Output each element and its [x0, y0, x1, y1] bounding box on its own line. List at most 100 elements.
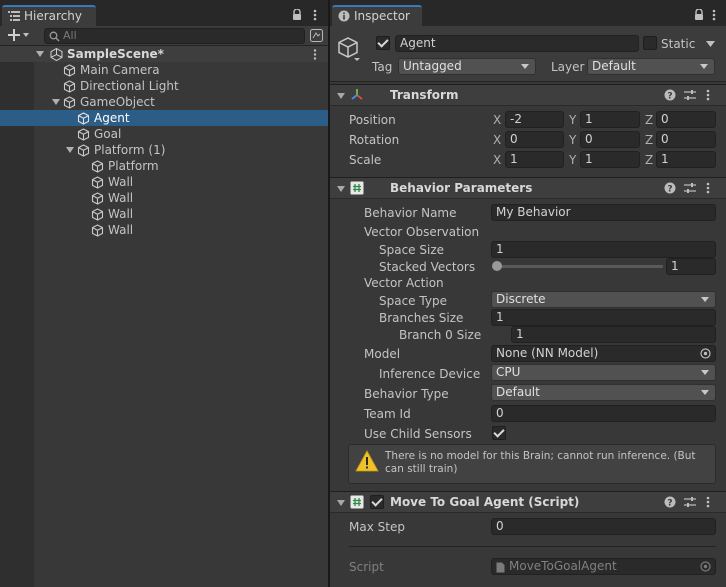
tree-item-label: Wall — [108, 207, 134, 221]
rotation-x-field[interactable]: 0 — [505, 131, 564, 148]
stacked-vectors-slider-track[interactable] — [497, 265, 663, 268]
tree-item-agent[interactable]: Agent — [0, 110, 328, 126]
tree-item-wall[interactable]: Wall — [0, 190, 328, 206]
layer-dropdown[interactable]: Default — [587, 58, 715, 75]
kebab-menu-icon[interactable] — [706, 182, 710, 194]
expand-arrow-icon[interactable] — [36, 51, 44, 57]
help-icon[interactable]: ? — [664, 182, 676, 194]
script-hash-icon — [350, 181, 364, 195]
position-label: Position — [349, 113, 396, 127]
tag-dropdown[interactable]: Untagged — [398, 58, 536, 75]
space-size-field[interactable]: 1 — [491, 241, 716, 258]
svg-text:?: ? — [667, 185, 672, 195]
inspector-tab-label: Inspector — [354, 9, 410, 23]
info-icon — [338, 10, 350, 22]
cube-icon — [91, 176, 104, 189]
branches-size-field[interactable]: 1 — [491, 309, 716, 326]
sliders-icon[interactable] — [684, 496, 696, 508]
transform-header[interactable]: Transform ? — [330, 84, 726, 106]
chevron-down-icon[interactable] — [706, 41, 715, 47]
layer-label: Layer — [551, 60, 585, 74]
position-x-field[interactable]: -2 — [505, 111, 564, 128]
search-icon — [49, 31, 60, 42]
cube-icon[interactable] — [337, 36, 363, 62]
script-label: Script — [349, 560, 384, 574]
tag-label: Tag — [372, 60, 393, 74]
model-object-field[interactable]: None (NN Model) — [491, 345, 716, 362]
fold-arrow-icon[interactable] — [337, 186, 345, 192]
cube-icon — [91, 224, 104, 237]
cube-icon — [77, 128, 90, 141]
cube-icon — [63, 64, 76, 77]
position-y-field[interactable]: 1 — [580, 111, 640, 128]
branch0-size-field[interactable]: 1 — [511, 326, 716, 343]
inference-device-label: Inference Device — [379, 367, 481, 381]
rotation-z-field[interactable]: 0 — [656, 131, 716, 148]
expand-arrow-icon[interactable] — [66, 147, 74, 153]
tree-item-platform[interactable]: Platform — [0, 158, 328, 174]
stacked-vectors-slider-thumb[interactable] — [492, 261, 502, 271]
tree-item-wall[interactable]: Wall — [0, 174, 328, 190]
hierarchy-search-input[interactable]: All — [44, 28, 305, 44]
static-checkbox[interactable] — [643, 36, 657, 50]
scene-visibility-icon[interactable] — [310, 29, 323, 42]
team-id-field[interactable]: 0 — [491, 405, 716, 422]
scale-z-field[interactable]: 1 — [656, 151, 716, 168]
position-z-field[interactable]: 0 — [656, 111, 716, 128]
kebab-menu-icon[interactable] — [712, 9, 716, 21]
tree-item-label: Directional Light — [80, 79, 179, 93]
rotation-y-field[interactable]: 0 — [580, 131, 640, 148]
lock-icon[interactable] — [292, 9, 302, 20]
fold-arrow-icon[interactable] — [337, 93, 345, 99]
tree-item-label: Main Camera — [80, 63, 160, 77]
inference-device-dropdown[interactable]: CPU — [491, 364, 716, 381]
object-active-checkbox[interactable] — [376, 36, 390, 50]
behavior-parameters-title: Behavior Parameters — [390, 181, 533, 195]
move-to-goal-header[interactable]: Move To Goal Agent (Script) ? — [330, 491, 726, 513]
object-name-field[interactable]: Agent — [395, 35, 639, 52]
space-type-dropdown[interactable]: Discrete — [491, 291, 716, 308]
behavior-name-field[interactable]: My Behavior — [491, 204, 716, 221]
cube-icon — [91, 160, 104, 173]
kebab-menu-icon[interactable] — [313, 9, 317, 21]
stacked-vectors-field[interactable]: 1 — [666, 258, 716, 275]
inspector-tab[interactable]: Inspector — [332, 5, 422, 26]
cube-icon — [77, 144, 90, 157]
divider — [349, 546, 716, 547]
tree-item-directional-light[interactable]: Directional Light — [0, 78, 328, 94]
tree-item-main-camera[interactable]: Main Camera — [0, 62, 328, 78]
list-icon — [8, 10, 20, 22]
scene-row[interactable]: SampleScene* — [0, 46, 328, 62]
tree-item-label: Agent — [94, 111, 130, 125]
scene-name: SampleScene* — [67, 47, 164, 61]
sliders-icon[interactable] — [684, 182, 696, 194]
tree-item-platform-group[interactable]: Platform (1) — [0, 142, 328, 158]
plus-icon[interactable] — [8, 29, 30, 41]
fold-arrow-icon[interactable] — [337, 500, 345, 506]
lock-icon[interactable] — [694, 9, 704, 20]
use-child-sensors-checkbox[interactable] — [492, 426, 506, 440]
component-enabled-checkbox[interactable] — [370, 495, 384, 509]
scene-kebab-icon[interactable] — [313, 49, 317, 60]
tree-item-gameobject[interactable]: GameObject — [0, 94, 328, 110]
help-icon[interactable]: ? — [664, 89, 676, 101]
tree-item-wall[interactable]: Wall — [0, 206, 328, 222]
sliders-icon[interactable] — [684, 89, 696, 101]
kebab-menu-icon[interactable] — [706, 496, 710, 508]
tree-item-wall[interactable]: Wall — [0, 222, 328, 238]
help-icon[interactable]: ? — [664, 496, 676, 508]
hierarchy-tab[interactable]: Hierarchy — [2, 5, 96, 26]
target-icon[interactable] — [700, 348, 711, 359]
tree-item-label: Wall — [108, 223, 134, 237]
tree-item-goal[interactable]: Goal — [0, 126, 328, 142]
scale-y-field[interactable]: 1 — [580, 151, 640, 168]
behavior-type-dropdown[interactable]: Default — [491, 384, 716, 401]
search-placeholder: All — [63, 29, 77, 42]
behavior-parameters-header[interactable]: Behavior Parameters ? — [330, 177, 726, 199]
scale-x-field[interactable]: 1 — [505, 151, 564, 168]
behavior-name-label: Behavior Name — [364, 206, 457, 220]
max-step-field[interactable]: 0 — [491, 518, 716, 535]
expand-arrow-icon[interactable] — [52, 99, 60, 105]
kebab-menu-icon[interactable] — [706, 89, 710, 101]
script-hash-icon — [350, 495, 364, 509]
